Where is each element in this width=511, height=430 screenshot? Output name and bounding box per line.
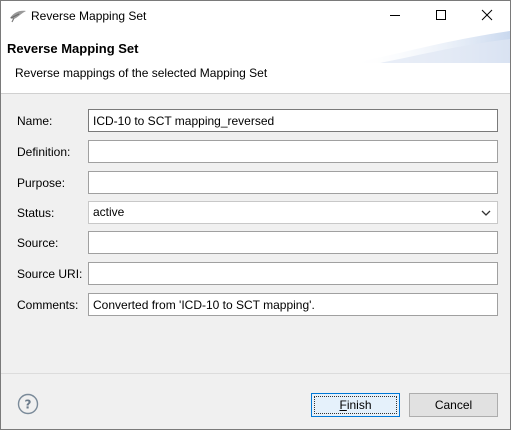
- finish-button[interactable]: Finish: [311, 393, 400, 417]
- status-value: active: [93, 205, 125, 219]
- name-field[interactable]: [88, 109, 498, 132]
- svg-text:?: ?: [25, 398, 32, 412]
- close-button[interactable]: [464, 1, 510, 31]
- maximize-icon: [435, 9, 447, 24]
- dialog-window: Reverse Mapping Set Reverse Mapping Set …: [0, 0, 511, 430]
- comments-field[interactable]: [88, 293, 498, 316]
- status-label: Status:: [17, 206, 55, 220]
- cancel-button[interactable]: Cancel: [409, 393, 498, 417]
- purpose-field[interactable]: [88, 171, 498, 194]
- purpose-row: Purpose:: [1, 171, 510, 195]
- footer-separator: [1, 373, 510, 374]
- definition-field[interactable]: [88, 140, 498, 163]
- name-label: Name:: [17, 114, 53, 128]
- banner-decoration: [350, 31, 510, 63]
- focus-ring: [314, 396, 397, 414]
- comments-row: Comments:: [1, 293, 510, 317]
- source-uri-row: Source URI:: [1, 262, 510, 286]
- comments-label: Comments:: [17, 298, 79, 312]
- banner-separator: [1, 93, 510, 94]
- maximize-button[interactable]: [418, 1, 464, 31]
- source-uri-field[interactable]: [88, 262, 498, 285]
- source-row: Source:: [1, 231, 510, 255]
- purpose-label: Purpose:: [17, 176, 66, 190]
- title-bar: Reverse Mapping Set: [1, 1, 510, 31]
- minimize-button[interactable]: [372, 1, 418, 31]
- banner-title: Reverse Mapping Set: [7, 41, 139, 56]
- status-select[interactable]: active: [88, 201, 498, 224]
- help-button[interactable]: ?: [17, 393, 39, 415]
- feather-icon: [9, 9, 27, 23]
- wizard-banner: Reverse Mapping Set Reverse mappings of …: [1, 31, 510, 93]
- source-uri-label: Source URI:: [17, 267, 83, 281]
- minimize-icon: [389, 9, 401, 24]
- definition-row: Definition:: [1, 140, 510, 164]
- close-icon: [481, 9, 493, 24]
- source-label: Source:: [17, 236, 59, 250]
- window-title: Reverse Mapping Set: [31, 9, 147, 23]
- chevron-down-icon[interactable]: [478, 205, 494, 221]
- definition-label: Definition:: [17, 145, 71, 159]
- help-icon: ?: [17, 393, 39, 418]
- source-field[interactable]: [88, 231, 498, 254]
- name-row: Name:: [1, 109, 510, 133]
- status-row: Status: active: [1, 201, 510, 225]
- cancel-label: Cancel: [434, 398, 473, 412]
- banner-description: Reverse mappings of the selected Mapping…: [15, 66, 268, 80]
